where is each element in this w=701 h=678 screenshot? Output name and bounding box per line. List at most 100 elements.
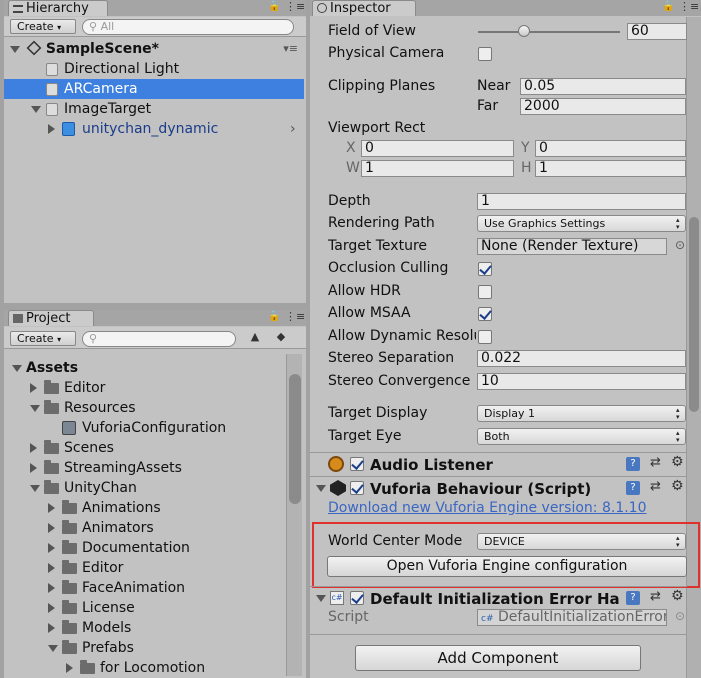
help-icon[interactable]: ? xyxy=(626,481,640,495)
scrollbar-thumb[interactable] xyxy=(289,374,301,504)
collapse-arrow-icon[interactable] xyxy=(48,563,55,573)
panel-menu-icon[interactable]: ⋮≡ xyxy=(285,0,305,13)
expand-arrow-icon[interactable] xyxy=(30,405,40,412)
project-tree-item[interactable]: Scenes xyxy=(4,438,284,458)
lock-icon[interactable]: 🔒 xyxy=(268,311,280,322)
inspector-tab[interactable]: Inspector xyxy=(312,0,416,16)
allow-hdr-checkbox[interactable] xyxy=(478,285,492,299)
scene-menu-icon[interactable]: ▾≡ xyxy=(283,39,298,59)
project-create-button[interactable]: Create ▾ xyxy=(10,331,76,346)
object-picker-icon[interactable]: ⊙ xyxy=(675,238,685,252)
presets-icon[interactable]: ⇄ xyxy=(650,455,661,470)
filter-type-icon[interactable]: ▲ xyxy=(244,330,266,347)
viewport-w-field[interactable]: 1 xyxy=(361,160,514,177)
chevron-right-icon[interactable]: › xyxy=(290,119,296,139)
collapse-arrow-icon[interactable] xyxy=(48,583,55,593)
project-search-input[interactable]: ⚲ xyxy=(82,331,236,347)
collapse-arrow-icon[interactable] xyxy=(66,663,73,673)
project-tree-item[interactable]: VuforiaConfiguration xyxy=(4,418,284,438)
gear-icon[interactable]: ⚙ xyxy=(671,454,684,470)
presets-icon[interactable]: ⇄ xyxy=(650,589,661,604)
panel-menu-icon[interactable]: ⋮≡ xyxy=(679,0,699,13)
audio-listener-checkbox[interactable] xyxy=(350,457,364,471)
expand-arrow-icon[interactable] xyxy=(48,124,55,134)
occlusion-culling-checkbox[interactable] xyxy=(478,262,492,276)
help-icon[interactable]: ? xyxy=(626,591,640,605)
gear-icon[interactable]: ⚙ xyxy=(671,588,684,604)
collapse-arrow-icon[interactable] xyxy=(30,443,37,453)
project-tree-item[interactable]: Editor xyxy=(4,558,284,578)
far-field[interactable]: 2000 xyxy=(520,98,686,115)
depth-field[interactable]: 1 xyxy=(477,193,686,210)
collapse-arrow-icon[interactable] xyxy=(30,463,37,473)
help-icon[interactable]: ? xyxy=(626,457,640,471)
project-tree-item[interactable]: StreamingAssets xyxy=(4,458,284,478)
near-field[interactable]: 0.05 xyxy=(520,78,686,95)
scene-row[interactable]: SampleScene* ▾≡ xyxy=(4,39,306,59)
project-scrollbar[interactable] xyxy=(286,354,302,676)
add-component-button[interactable]: Add Component xyxy=(355,645,641,671)
lock-icon[interactable]: 🔒 xyxy=(268,1,280,12)
target-display-dropdown[interactable]: Display 1 xyxy=(477,405,686,422)
expand-arrow-icon[interactable] xyxy=(31,106,41,113)
gear-icon[interactable]: ⚙ xyxy=(671,478,684,494)
vuforia-behaviour-header[interactable]: Vuforia Behaviour (Script) ? ⇄ ⚙ xyxy=(310,476,687,500)
open-vuforia-config-button[interactable]: Open Vuforia Engine configuration xyxy=(327,556,687,577)
presets-icon[interactable]: ⇄ xyxy=(650,479,661,494)
project-tree-item[interactable]: Models xyxy=(4,618,284,638)
expand-arrow-icon[interactable] xyxy=(316,485,326,492)
hierarchy-item[interactable]: unitychan_dynamic › xyxy=(4,119,306,139)
project-tree-item[interactable]: Editor xyxy=(4,378,284,398)
audio-listener-header[interactable]: Audio Listener ? ⇄ ⚙ xyxy=(310,452,687,476)
collapse-arrow-icon[interactable] xyxy=(48,503,55,513)
collapse-arrow-icon[interactable] xyxy=(48,603,55,613)
physical-camera-checkbox[interactable] xyxy=(478,47,492,61)
stereo-convergence-field[interactable]: 10 xyxy=(477,373,686,390)
project-tree-item[interactable]: Prefabs xyxy=(4,638,284,658)
expand-arrow-icon[interactable] xyxy=(30,485,40,492)
hierarchy-item-selected[interactable]: ARCamera xyxy=(4,79,304,99)
hierarchy-search-input[interactable]: ⚲ All xyxy=(82,19,294,35)
world-center-mode-dropdown[interactable]: DEVICE xyxy=(477,533,686,550)
field-of-view-slider[interactable] xyxy=(478,31,620,33)
stereo-separation-field[interactable]: 0.022 xyxy=(477,350,686,367)
project-tree-item[interactable]: UnityChan xyxy=(4,478,284,498)
project-tree-item[interactable]: License xyxy=(4,598,284,618)
project-tree-item[interactable]: Documentation xyxy=(4,538,284,558)
lock-icon[interactable]: 🔒 xyxy=(662,1,674,12)
target-eye-dropdown[interactable]: Both xyxy=(477,428,686,445)
project-tab[interactable]: Project xyxy=(8,310,94,326)
expand-arrow-icon[interactable] xyxy=(48,645,58,652)
collapse-arrow-icon[interactable] xyxy=(48,523,55,533)
field-of-view-value[interactable]: 60 xyxy=(627,23,687,40)
hierarchy-item[interactable]: ImageTarget xyxy=(4,99,306,119)
allow-msaa-checkbox[interactable] xyxy=(478,307,492,321)
allow-dynamic-resolution-checkbox[interactable] xyxy=(478,330,492,344)
panel-menu-icon[interactable]: ⋮≡ xyxy=(285,310,305,323)
viewport-x-field[interactable]: 0 xyxy=(361,140,514,157)
default-init-error-checkbox[interactable] xyxy=(350,591,364,605)
download-vuforia-link[interactable]: Download new Vuforia Engine version: 8.1… xyxy=(328,498,647,518)
project-tree-item[interactable]: for Locomotion xyxy=(4,658,284,678)
project-tree-item[interactable]: Resources xyxy=(4,398,284,418)
slider-thumb[interactable] xyxy=(518,25,530,37)
project-tree-item[interactable]: Animators xyxy=(4,518,284,538)
hierarchy-item[interactable]: Directional Light xyxy=(4,59,306,79)
rendering-path-dropdown[interactable]: Use Graphics Settings xyxy=(477,215,686,232)
project-tree-item[interactable]: Assets xyxy=(4,358,284,378)
viewport-y-field[interactable]: 0 xyxy=(535,140,686,157)
vuforia-behaviour-checkbox[interactable] xyxy=(350,481,364,495)
project-tree-item[interactable]: Animations xyxy=(4,498,284,518)
filter-label-icon[interactable]: ◆ xyxy=(271,330,291,347)
project-tree-item[interactable]: FaceAnimation xyxy=(4,578,284,598)
scrollbar-thumb[interactable] xyxy=(689,217,699,412)
hierarchy-create-button[interactable]: Create ▾ xyxy=(10,19,76,34)
collapse-arrow-icon[interactable] xyxy=(30,383,37,393)
viewport-h-field[interactable]: 1 xyxy=(535,160,686,177)
collapse-arrow-icon[interactable] xyxy=(48,543,55,553)
hierarchy-tab[interactable]: Hierarchy xyxy=(8,0,108,16)
collapse-arrow-icon[interactable] xyxy=(48,623,55,633)
expand-arrow-icon[interactable] xyxy=(316,595,326,602)
expand-arrow-icon[interactable] xyxy=(12,365,22,372)
target-texture-field[interactable]: None (Render Texture) xyxy=(477,238,667,255)
